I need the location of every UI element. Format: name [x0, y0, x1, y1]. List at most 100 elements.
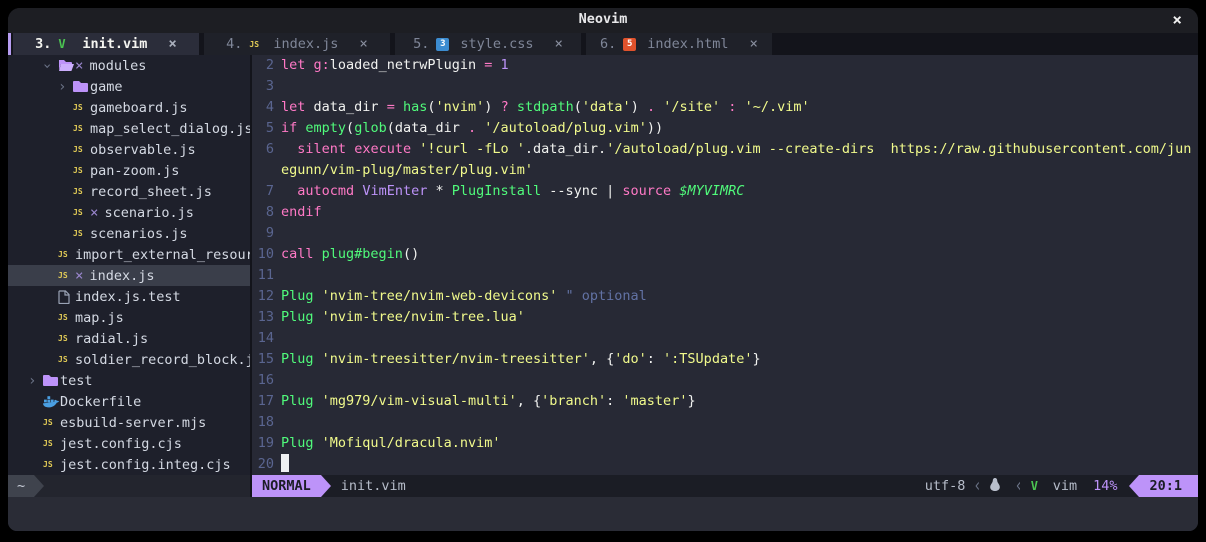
line-number: 9: [252, 223, 281, 244]
code-line[interactable]: 14: [252, 328, 1198, 349]
code-line[interactable]: 20: [252, 454, 1198, 475]
code-line[interactable]: 7 autocmd VimEnter * PlugInstall --sync …: [252, 181, 1198, 202]
code-line[interactable]: 13Plug 'nvim-tree/nvim-tree.lua': [252, 307, 1198, 328]
tree-row[interactable]: JSjest.config.integ.cjs: [8, 454, 250, 475]
line-number: 18: [252, 412, 281, 433]
code-text: Plug 'nvim-treesitter/nvim-treesitter', …: [281, 349, 1198, 370]
code-line[interactable]: 2let g:loaded_netrwPlugin = 1: [252, 55, 1198, 76]
line-number: 13: [252, 307, 281, 328]
css-icon: 3: [436, 38, 453, 51]
code-line[interactable]: 8endif: [252, 202, 1198, 223]
js-icon: JS: [43, 418, 60, 427]
tree-row[interactable]: index.js.test: [8, 286, 250, 307]
tree-row[interactable]: Dockerfile: [8, 391, 250, 412]
text-cursor: [281, 454, 289, 472]
code-line[interactable]: 10call plug#begin(): [252, 244, 1198, 265]
file-name: scenario.js: [104, 205, 193, 221]
file-name: jest.config.integ.cjs: [60, 457, 231, 473]
code-line[interactable]: 18: [252, 412, 1198, 433]
tab-close-icon[interactable]: ×: [168, 36, 176, 52]
js-icon: JS: [58, 355, 75, 364]
code-line[interactable]: 4let data_dir = has('nvim') ? stdpath('d…: [252, 97, 1198, 118]
main-statusline: NORMAL init.vim utf-8 ‹ ‹ V vim 14% 20:1: [252, 475, 1198, 497]
x-mark-icon: ×: [90, 205, 98, 221]
command-line[interactable]: [8, 497, 1198, 531]
tab-init.vim[interactable]: 3.Vinit.vim×: [13, 33, 199, 55]
tree-row[interactable]: JS×index.js: [8, 265, 250, 286]
tab-close-icon[interactable]: ×: [750, 36, 758, 52]
code-text: silent execute '!curl -fLo '.data_dir.'/…: [281, 139, 1198, 181]
tab-number: 3.: [35, 36, 51, 52]
js-icon: JS: [58, 313, 75, 322]
code-text: [281, 412, 1198, 433]
tree-row[interactable]: JS×scenario.js: [8, 202, 250, 223]
tree-statusline: ~: [8, 475, 250, 497]
tree-row[interactable]: JSscenarios.js: [8, 223, 250, 244]
line-number: 15: [252, 349, 281, 370]
code-text: if empty(glob(data_dir . '/autoload/plug…: [281, 118, 1198, 139]
angle-separator-icon: ‹: [1015, 475, 1023, 497]
code-text: Plug 'Mofiqul/dracula.nvim': [281, 433, 1198, 454]
file-name: pan-zoom.js: [90, 163, 179, 179]
code-line[interactable]: 12Plug 'nvim-tree/nvim-web-devicons' " o…: [252, 286, 1198, 307]
editor-buffer[interactable]: 2let g:loaded_netrwPlugin = 134let data_…: [252, 55, 1198, 475]
angle-separator-icon: ‹: [973, 475, 981, 497]
tab-number: 6.: [600, 36, 616, 52]
code-text: [281, 76, 1198, 97]
tab-close-icon[interactable]: ×: [359, 36, 367, 52]
vim-icon: V: [1031, 479, 1048, 493]
code-line[interactable]: 16: [252, 370, 1198, 391]
code-line[interactable]: 11: [252, 265, 1198, 286]
scroll-progress: 14%: [1093, 478, 1117, 494]
tree-row[interactable]: JSpan-zoom.js: [8, 160, 250, 181]
code-text: Plug 'nvim-tree/nvim-web-devicons' " opt…: [281, 286, 1198, 307]
code-line[interactable]: 19Plug 'Mofiqul/dracula.nvim': [252, 433, 1198, 454]
folder-icon: [43, 374, 60, 387]
tab-label: init.vim: [82, 36, 147, 52]
line-number: 5: [252, 118, 281, 139]
tab-index.js[interactable]: 4.JSindex.js×: [204, 33, 390, 55]
titlebar[interactable]: Neovim ×: [8, 8, 1198, 33]
js-icon: JS: [73, 145, 90, 154]
tree-row[interactable]: JSmap_select_dialog.js: [8, 118, 250, 139]
file-name: map_select_dialog.js: [90, 121, 250, 137]
tree-row[interactable]: JSrecord_sheet.js: [8, 181, 250, 202]
tree-row[interactable]: JSsoldier_record_block.j: [8, 349, 250, 370]
file-name: esbuild-server.mjs: [60, 415, 206, 431]
code-line[interactable]: 15Plug 'nvim-treesitter/nvim-treesitter'…: [252, 349, 1198, 370]
tree-row[interactable]: JSjest.config.cjs: [8, 433, 250, 454]
line-number: 7: [252, 181, 281, 202]
chevron-open-icon[interactable]: ›: [43, 58, 58, 74]
code-line[interactable]: 3: [252, 76, 1198, 97]
chevron-closed-icon[interactable]: ›: [28, 373, 43, 389]
tree-row[interactable]: ›×modules: [8, 55, 250, 76]
file-name: record_sheet.js: [90, 184, 212, 200]
powerline-arrow-icon: [321, 475, 331, 497]
file-name: observable.js: [90, 142, 196, 158]
tree-row[interactable]: JSesbuild-server.mjs: [8, 412, 250, 433]
window-close-button[interactable]: ×: [1172, 10, 1182, 29]
tree-row[interactable]: JSgameboard.js: [8, 97, 250, 118]
code-line[interactable]: 17Plug 'mg979/vim-visual-multi', {'branc…: [252, 391, 1198, 412]
chevron-closed-icon[interactable]: ›: [58, 79, 73, 95]
tab-index.html[interactable]: 6.5index.html×: [586, 33, 772, 55]
tree-row[interactable]: JSobservable.js: [8, 139, 250, 160]
code-text: [281, 265, 1198, 286]
line-number: 3: [252, 76, 281, 97]
code-line[interactable]: 5if empty(glob(data_dir . '/autoload/plu…: [252, 118, 1198, 139]
tab-close-icon[interactable]: ×: [554, 36, 562, 52]
tree-row[interactable]: ›game: [8, 76, 250, 97]
tree-row[interactable]: JSimport_external_resour: [8, 244, 250, 265]
js-icon: JS: [73, 166, 90, 175]
code-line[interactable]: 6 silent execute '!curl -fLo '.data_dir.…: [252, 139, 1198, 181]
code-text: [281, 328, 1198, 349]
code-line[interactable]: 9: [252, 223, 1198, 244]
folder-icon: [73, 80, 90, 93]
tree-row[interactable]: ›test: [8, 370, 250, 391]
js-icon: JS: [43, 460, 60, 469]
code-text: endif: [281, 202, 1198, 223]
tree-row[interactable]: JSmap.js: [8, 307, 250, 328]
tree-row[interactable]: JSradial.js: [8, 328, 250, 349]
file-name: index.js: [89, 268, 154, 284]
tab-style.css[interactable]: 5.3style.css×: [395, 33, 581, 55]
